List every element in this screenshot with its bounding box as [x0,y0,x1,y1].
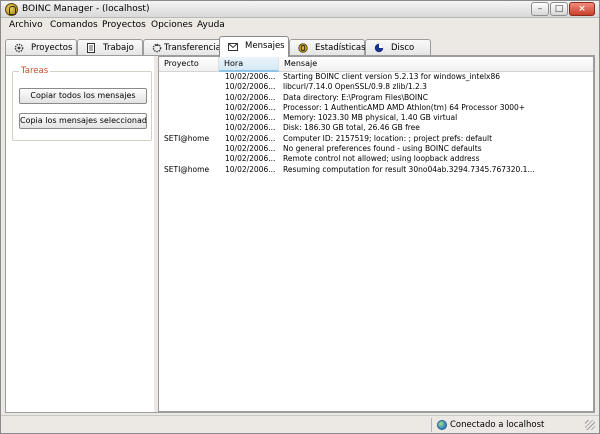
message-rows: 10/02/2006... Starting BOINC client vers… [159,72,593,175]
title-bar[interactable]: BOINC Manager - (localhost) – □ × [1,1,599,18]
stats-icon [298,43,308,53]
minimize-button[interactable]: – [531,2,549,16]
tab-transferencias[interactable]: Transferencias [143,39,225,56]
tab-proyectos[interactable]: Proyectos [5,39,77,56]
table-row[interactable]: 10/02/2006... Processor: 1 AuthenticAMD … [159,103,593,113]
table-row[interactable]: 10/02/2006... Data directory: E:\Program… [159,93,593,103]
gear-icon [14,43,24,53]
copy-selected-messages-button[interactable]: Copia los mensajes seleccionados [19,113,147,129]
tab-mensajes[interactable]: Mensajes [219,36,289,57]
boinc-manager-window: BOINC Manager - (localhost) – □ × Archiv… [0,0,600,434]
window-title: BOINC Manager - (localhost) [22,4,150,14]
menu-proyectos[interactable]: Proyectos [102,20,146,30]
envelope-icon [228,43,238,51]
tasks-group: Tareas Copiar todos los mensajes Copia l… [12,66,152,141]
menu-archivo[interactable]: Archivo [9,20,43,30]
table-row[interactable]: 10/02/2006... Starting BOINC client vers… [159,72,593,82]
tasks-title: Tareas [19,66,51,76]
boinc-app-icon [5,3,18,16]
transfer-icon [152,43,162,53]
tab-trabajo[interactable]: Trabajo [77,39,143,56]
messages-view: Tareas Copiar todos los mensajes Copia l… [5,55,595,413]
connection-globe-icon [437,420,447,430]
tab-strip: Proyectos Trabajo Transferencias Mensaje… [1,34,599,57]
column-header-project[interactable]: Proyecto [159,57,219,72]
maximize-button[interactable]: □ [550,2,568,16]
table-row[interactable]: 10/02/2006... libcurl/7.14.0 OpenSSL/0.9… [159,82,593,92]
table-row[interactable]: SETI@home 10/02/2006... Resuming computa… [159,165,593,175]
close-button[interactable]: × [569,2,595,16]
tasks-panel: Tareas Copiar todos los mensajes Copia l… [6,56,154,412]
disk-pie-icon [374,43,384,53]
column-header-message[interactable]: Mensaje [279,57,593,72]
table-row[interactable]: 10/02/2006... No general preferences fou… [159,144,593,154]
table-row[interactable]: 10/02/2006... Disk: 186.30 GB total, 26.… [159,123,593,133]
connection-status: Conectado a localhost [450,420,545,430]
messages-list[interactable]: Proyecto Hora Mensaje 10/02/2006... Star… [158,56,594,412]
table-row[interactable]: 10/02/2006... Remote control not allowed… [159,154,593,164]
list-header: Proyecto Hora Mensaje [159,57,593,72]
menu-ayuda[interactable]: Ayuda [197,20,225,30]
menu-bar: Archivo Comandos Proyectos Opciones Ayud… [1,18,599,34]
document-icon [87,43,95,53]
copy-all-messages-button[interactable]: Copiar todos los mensajes [19,88,147,104]
table-row[interactable]: SETI@home 10/02/2006... Computer ID: 215… [159,134,593,144]
column-header-time[interactable]: Hora [219,57,279,72]
status-bar: Conectado a localhost [1,415,599,433]
status-separator [431,418,432,432]
menu-opciones[interactable]: Opciones [151,20,193,30]
tab-disco[interactable]: Disco [365,39,431,56]
resize-grip[interactable] [585,420,595,430]
table-row[interactable]: 10/02/2006... Memory: 1023.30 MB physica… [159,113,593,123]
menu-comandos[interactable]: Comandos [50,20,98,30]
tab-estadisticas[interactable]: Estadísticas [289,39,366,56]
